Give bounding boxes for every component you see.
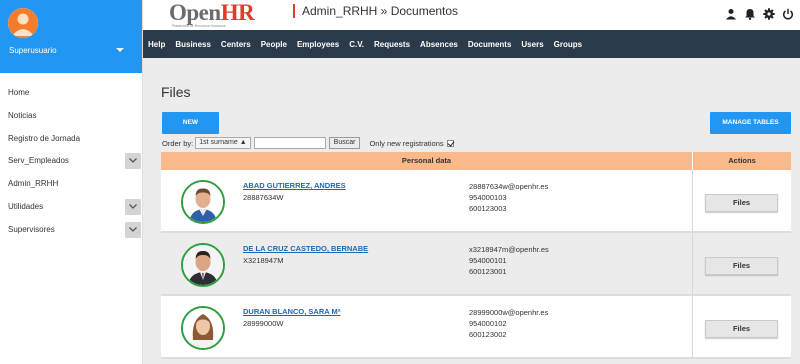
employee-photo: [181, 180, 225, 224]
nav-business[interactable]: Business: [175, 40, 211, 49]
nav-absences[interactable]: Absences: [420, 40, 458, 49]
chevron-down-icon: [129, 158, 137, 164]
actions-cell: Files: [693, 233, 791, 294]
filter-bar: Order by: 1st surname ▲ Buscar Only new …: [162, 137, 454, 149]
sidebar-item-home[interactable]: Home: [0, 82, 143, 105]
only-new-checkbox[interactable]: [446, 139, 454, 147]
personal-cell: ABAD GUTIERREZ, ANDRES 28887634W 2888763…: [161, 170, 693, 231]
nav-cv[interactable]: C.V.: [349, 40, 364, 49]
sidebar-item-admin-rrhh[interactable]: Admin_RRHH: [0, 173, 143, 196]
employee-photo: [181, 243, 225, 287]
sidebar-item-label: Serv_Empleados: [8, 156, 69, 166]
employee-name-link[interactable]: DE LA CRUZ CASTEDO, BERNABE: [243, 244, 368, 253]
sidebar-item-noticias[interactable]: Noticias: [0, 105, 143, 128]
logo-tagline: Plataforma de Recursos Humanos: [172, 24, 226, 28]
employee-mobile: 600123002: [469, 330, 507, 339]
employee-id: X3218947M: [243, 256, 284, 265]
sidebar-item-supervisores[interactable]: Supervisores: [0, 219, 143, 242]
sidebar-item-label: Home: [8, 88, 30, 97]
new-button[interactable]: NEW: [162, 112, 219, 134]
employee-id: 28999000W: [243, 319, 284, 328]
sidebar-item-label: Registro de Jornada: [8, 133, 81, 143]
nav-documents[interactable]: Documents: [468, 40, 512, 49]
employee-mobile: 600123003: [469, 204, 507, 213]
employee-contact: 28999000w@openhr.es 954000102 600123002: [469, 307, 548, 340]
search-button[interactable]: Buscar: [328, 137, 361, 149]
expand-toggle[interactable]: [125, 221, 141, 238]
employee-phone: 954000102: [469, 319, 507, 328]
employee-contact: 28887634w@openhr.es 954000103 600123003: [469, 181, 548, 214]
column-header-actions: Actions: [728, 156, 756, 165]
search-input[interactable]: [253, 137, 326, 149]
nav-groups[interactable]: Groups: [554, 40, 582, 49]
sidebar-item-utilidades[interactable]: Utilidades: [0, 196, 143, 219]
sidebar-item-label: Noticias: [8, 110, 37, 120]
order-by-select[interactable]: 1st surname ▲: [195, 137, 251, 149]
app: Superusuario Home Noticias Registro de J…: [0, 0, 800, 364]
table-header: Personal data Actions: [161, 152, 791, 170]
actions-cell: Files: [693, 296, 791, 357]
employee-name-link[interactable]: ABAD GUTIERREZ, ANDRES: [243, 181, 346, 190]
logo-text: Open: [169, 0, 221, 25]
sidebar-item-label: Admin_RRHH: [8, 179, 59, 189]
employee-email: x3218947m@openhr.es: [469, 245, 549, 254]
actions-cell: Files: [693, 170, 791, 231]
manage-tables-button[interactable]: MANAGE TABLES: [710, 112, 791, 134]
employee-phone: 954000103: [469, 193, 507, 202]
main-nav: Help Business Centers People Employees C…: [143, 30, 800, 58]
employee-name-link[interactable]: DURAN BLANCO, SARA Mª: [243, 307, 341, 316]
sidebar: Superusuario Home Noticias Registro de J…: [0, 0, 143, 364]
table-row: ABAD GUTIERREZ, ANDRES 28887634W 2888763…: [161, 170, 791, 233]
sidebar-header: Superusuario: [0, 0, 142, 73]
employee-photo: [181, 306, 225, 350]
header-icons: [725, 8, 794, 20]
sidebar-menu: Home Noticias Registro de Jornada Serv_E…: [0, 82, 143, 242]
files-button[interactable]: Files: [705, 257, 778, 275]
employee-mobile: 600123001: [469, 267, 507, 276]
employee-email: 28999000w@openhr.es: [469, 308, 549, 317]
table-row: DE LA CRUZ CASTEDO, BERNABE X3218947M x3…: [161, 233, 791, 296]
avatar[interactable]: [8, 8, 38, 38]
openhr-logo[interactable]: OpenHR Plataforma de Recursos Humanos: [169, 1, 269, 29]
table-row: DURAN BLANCO, SARA Mª 28999000W 28999000…: [161, 296, 791, 359]
sidebar-item-serv-empleados[interactable]: Serv_Empleados: [0, 150, 143, 173]
section-title: Files: [161, 84, 191, 100]
sidebar-item-registro-jornada[interactable]: Registro de Jornada: [0, 128, 143, 151]
top-header: OpenHR Plataforma de Recursos Humanos Ad…: [143, 0, 800, 30]
employees-table: Personal data Actions ABAD GUTIERREZ, AN…: [161, 152, 791, 359]
sidebar-username[interactable]: Superusuario: [9, 46, 57, 55]
personal-cell: DE LA CRUZ CASTEDO, BERNABE X3218947M x3…: [161, 233, 693, 294]
employee-email: 28887634w@openhr.es: [469, 182, 549, 191]
expand-toggle[interactable]: [125, 198, 141, 215]
column-header-personal: Personal data: [161, 152, 693, 170]
main-content: Files NEW MANAGE TABLES Order by: 1st su…: [143, 58, 800, 364]
sidebar-item-label: Utilidades: [8, 201, 44, 211]
nav-people[interactable]: People: [261, 40, 287, 49]
files-button[interactable]: Files: [705, 194, 778, 212]
caret-down-icon[interactable]: [116, 48, 124, 52]
bell-icon[interactable]: [744, 8, 756, 20]
employee-id: 28887634W: [243, 193, 284, 202]
nav-employees[interactable]: Employees: [297, 40, 339, 49]
chevron-down-icon: [129, 226, 137, 232]
sidebar-item-label: Supervisores: [8, 224, 55, 234]
employee-contact: x3218947m@openhr.es 954000101 600123001: [469, 244, 549, 277]
nav-requests[interactable]: Requests: [374, 40, 410, 49]
order-by-label: Order by:: [162, 138, 194, 148]
expand-toggle[interactable]: [125, 153, 141, 170]
gear-icon[interactable]: [763, 8, 775, 20]
employee-phone: 954000101: [469, 256, 507, 265]
logo-text-accent: HR: [220, 0, 255, 25]
user-icon[interactable]: [725, 8, 737, 20]
nav-help[interactable]: Help: [148, 40, 165, 49]
chevron-down-icon: [129, 204, 137, 209]
power-icon[interactable]: [782, 8, 794, 20]
nav-users[interactable]: Users: [521, 40, 543, 49]
personal-cell: DURAN BLANCO, SARA Mª 28999000W 28999000…: [161, 296, 693, 357]
nav-centers[interactable]: Centers: [221, 40, 251, 49]
only-new-label: Only new registrations: [369, 138, 444, 148]
files-button[interactable]: Files: [705, 320, 778, 338]
page-title: Admin_RRHH » Documentos: [293, 4, 458, 18]
